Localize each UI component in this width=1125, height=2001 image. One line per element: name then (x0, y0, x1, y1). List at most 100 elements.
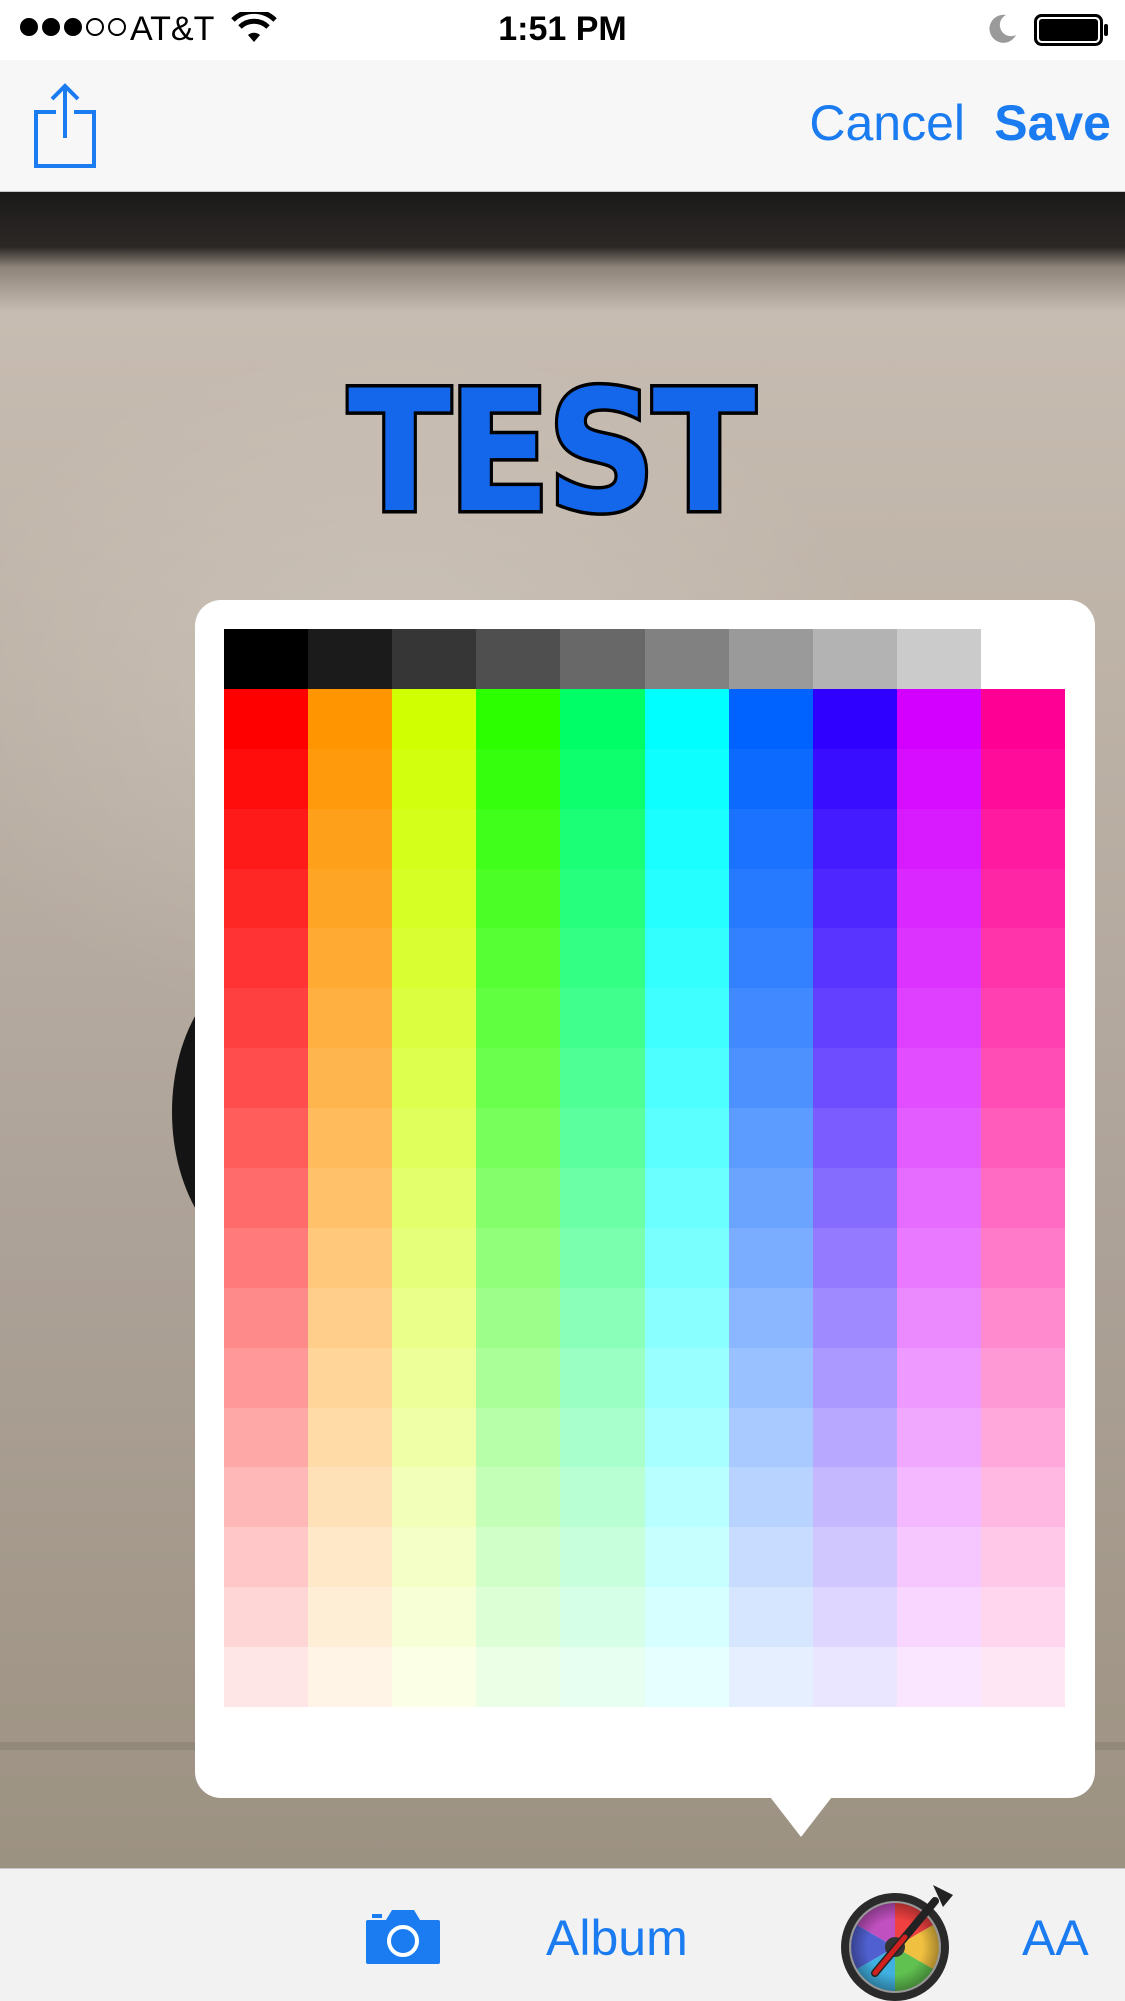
color-swatch[interactable] (308, 748, 393, 810)
color-swatch[interactable] (224, 748, 309, 810)
color-swatch[interactable] (308, 1108, 393, 1169)
color-swatch[interactable] (476, 1227, 561, 1289)
color-swatch[interactable] (476, 928, 561, 989)
color-swatch[interactable] (308, 988, 393, 1049)
cancel-button[interactable]: Cancel (809, 94, 965, 152)
color-swatch[interactable] (980, 808, 1066, 870)
color-swatch[interactable] (560, 928, 645, 989)
color-swatch[interactable] (644, 688, 730, 750)
color-swatch[interactable] (308, 868, 393, 929)
color-swatch[interactable] (728, 1527, 814, 1588)
color-swatch[interactable] (224, 1168, 309, 1229)
grayscale-swatch[interactable] (224, 629, 309, 690)
color-swatch[interactable] (644, 988, 730, 1049)
color-swatch[interactable] (308, 1587, 393, 1648)
color-swatch[interactable] (560, 1467, 645, 1528)
color-swatch[interactable] (392, 1048, 477, 1109)
color-swatch[interactable] (476, 688, 561, 750)
grayscale-swatch[interactable] (980, 629, 1066, 690)
color-swatch[interactable] (728, 1647, 814, 1708)
color-swatch[interactable] (560, 1227, 645, 1289)
color-swatch[interactable] (812, 1287, 898, 1349)
color-wheel-icon[interactable] (835, 1877, 965, 2001)
color-swatch[interactable] (476, 1168, 561, 1229)
color-swatch[interactable] (980, 1587, 1066, 1648)
color-swatch[interactable] (896, 1587, 982, 1648)
color-swatch[interactable] (728, 1048, 814, 1109)
color-swatch[interactable] (392, 1587, 477, 1648)
color-swatch[interactable] (728, 1347, 814, 1409)
color-swatch[interactable] (392, 1407, 477, 1468)
color-swatch[interactable] (392, 1647, 477, 1708)
color-swatch[interactable] (728, 748, 814, 810)
color-swatch[interactable] (392, 1168, 477, 1229)
color-swatch[interactable] (812, 1407, 898, 1468)
color-swatch[interactable] (476, 1527, 561, 1588)
color-swatch[interactable] (308, 1347, 393, 1409)
color-swatch[interactable] (728, 688, 814, 750)
color-swatch[interactable] (224, 688, 309, 750)
color-swatch[interactable] (476, 1647, 561, 1708)
text-style-button[interactable]: AA (1022, 1909, 1089, 1967)
grayscale-swatch[interactable] (308, 629, 393, 690)
color-swatch[interactable] (812, 1227, 898, 1289)
color-swatch[interactable] (644, 928, 730, 989)
color-swatch[interactable] (644, 1467, 730, 1528)
color-swatch[interactable] (476, 1108, 561, 1169)
color-swatch[interactable] (728, 1407, 814, 1468)
color-swatch[interactable] (224, 1347, 309, 1409)
color-swatch[interactable] (308, 1467, 393, 1528)
color-swatch[interactable] (392, 1347, 477, 1409)
color-swatch[interactable] (896, 1287, 982, 1349)
color-swatch[interactable] (308, 808, 393, 870)
color-swatch[interactable] (980, 1287, 1066, 1349)
color-swatch[interactable] (224, 1587, 309, 1648)
color-swatch[interactable] (812, 1347, 898, 1409)
color-swatch[interactable] (728, 808, 814, 870)
color-swatch[interactable] (476, 1587, 561, 1648)
color-swatch[interactable] (812, 1587, 898, 1648)
color-swatch[interactable] (308, 1647, 393, 1708)
color-swatch[interactable] (896, 1168, 982, 1229)
color-swatch[interactable] (728, 868, 814, 929)
color-swatch[interactable] (476, 1467, 561, 1528)
color-swatch[interactable] (308, 1168, 393, 1229)
color-swatch[interactable] (896, 928, 982, 989)
color-swatch[interactable] (560, 1407, 645, 1468)
color-swatch[interactable] (812, 988, 898, 1049)
color-swatch[interactable] (896, 1108, 982, 1169)
color-swatch[interactable] (560, 868, 645, 929)
color-swatch[interactable] (392, 808, 477, 870)
color-swatch[interactable] (392, 1467, 477, 1528)
color-swatch[interactable] (392, 928, 477, 989)
color-swatch[interactable] (728, 1587, 814, 1648)
color-swatch[interactable] (560, 1647, 645, 1708)
color-swatch[interactable] (980, 1347, 1066, 1409)
color-swatch[interactable] (980, 1647, 1066, 1708)
color-swatch[interactable] (392, 1108, 477, 1169)
color-swatch[interactable] (224, 1287, 309, 1349)
color-swatch[interactable] (644, 1347, 730, 1409)
color-swatch[interactable] (644, 1048, 730, 1109)
color-swatch[interactable] (560, 1108, 645, 1169)
color-swatch[interactable] (896, 1407, 982, 1468)
color-swatch[interactable] (308, 688, 393, 750)
color-swatch[interactable] (728, 1168, 814, 1229)
color-swatch[interactable] (476, 748, 561, 810)
grayscale-swatch[interactable] (896, 629, 982, 690)
color-swatch[interactable] (812, 1527, 898, 1588)
color-swatch[interactable] (644, 1108, 730, 1169)
color-swatch[interactable] (644, 868, 730, 929)
color-swatch[interactable] (812, 868, 898, 929)
color-swatch[interactable] (644, 1287, 730, 1349)
color-swatch[interactable] (980, 928, 1066, 989)
grayscale-swatch[interactable] (644, 629, 730, 690)
color-swatch[interactable] (896, 1347, 982, 1409)
color-swatch[interactable] (224, 1647, 309, 1708)
color-swatch[interactable] (728, 1227, 814, 1289)
color-swatch[interactable] (896, 868, 982, 929)
color-swatch[interactable] (644, 1407, 730, 1468)
color-swatch[interactable] (896, 748, 982, 810)
color-swatch[interactable] (308, 1527, 393, 1588)
color-swatch[interactable] (980, 1407, 1066, 1468)
